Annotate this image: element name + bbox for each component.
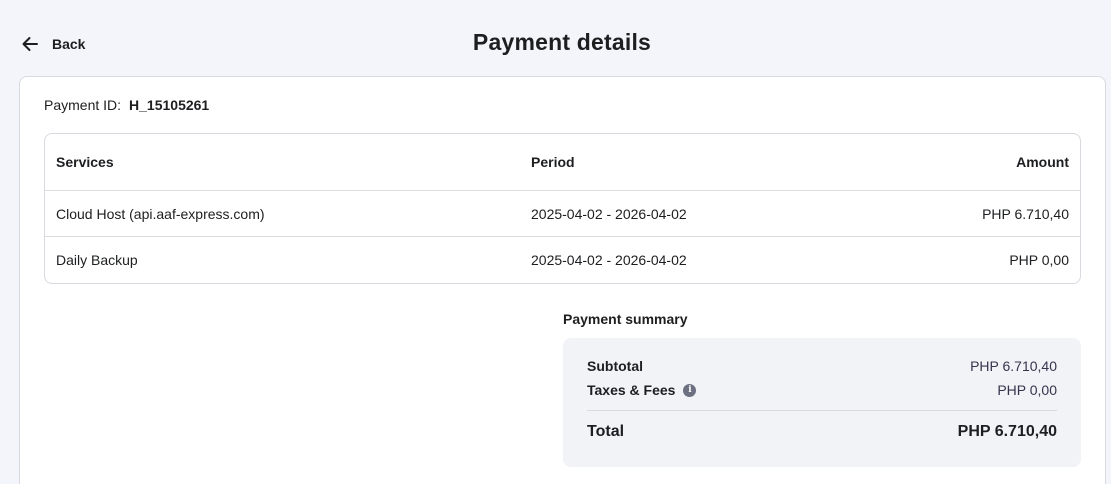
payment-id: Payment ID: H_15105261 — [44, 97, 209, 113]
service-amount: PHP 6.710,40 — [982, 205, 1069, 222]
subtotal-label: Subtotal — [587, 358, 643, 374]
subtotal-row: Subtotal PHP 6.710,40 — [587, 356, 1057, 376]
services-table: Services Period Amount Cloud Host (api.a… — [44, 133, 1081, 284]
column-header-services: Services — [56, 154, 114, 170]
table-row: Daily Backup 2025-04-02 - 2026-04-02 PHP… — [45, 237, 1080, 283]
column-header-amount: Amount — [1016, 154, 1069, 170]
info-icon[interactable]: i — [683, 383, 697, 397]
taxes-row: Taxes & Fees i PHP 0,00 — [587, 380, 1057, 400]
payment-id-label: Payment ID: — [44, 97, 122, 113]
table-header-row: Services Period Amount — [45, 134, 1080, 191]
total-label: Total — [587, 423, 625, 440]
column-header-period: Period — [531, 154, 575, 170]
page-header: Back Payment details — [0, 0, 1111, 76]
taxes-value: PHP 0,00 — [997, 382, 1057, 398]
taxes-label-group: Taxes & Fees i — [587, 382, 697, 398]
service-name: Daily Backup — [56, 252, 138, 268]
total-value: PHP 6.710,40 — [957, 423, 1057, 440]
page-title: Payment details — [472, 29, 652, 55]
subtotal-value: PHP 6.710,40 — [970, 358, 1057, 374]
service-amount: PHP 0,00 — [1009, 252, 1069, 268]
taxes-label: Taxes & Fees — [587, 382, 676, 398]
payment-id-value: H_15105261 — [129, 97, 210, 113]
summary-divider — [587, 410, 1057, 411]
payment-summary-title: Payment summary — [563, 311, 688, 327]
service-name: Cloud Host (api.aaf-express.com) — [56, 205, 265, 222]
payment-summary-box: Subtotal PHP 6.710,40 Taxes & Fees i PHP… — [563, 338, 1081, 467]
service-period: 2025-04-02 - 2026-04-02 — [531, 252, 687, 268]
table-row: Cloud Host (api.aaf-express.com) 2025-04… — [45, 191, 1080, 237]
payment-card: Payment ID: H_15105261 Services Period A… — [19, 76, 1106, 484]
total-row: Total PHP 6.710,40 — [587, 420, 1057, 444]
service-period: 2025-04-02 - 2026-04-02 — [531, 205, 687, 222]
